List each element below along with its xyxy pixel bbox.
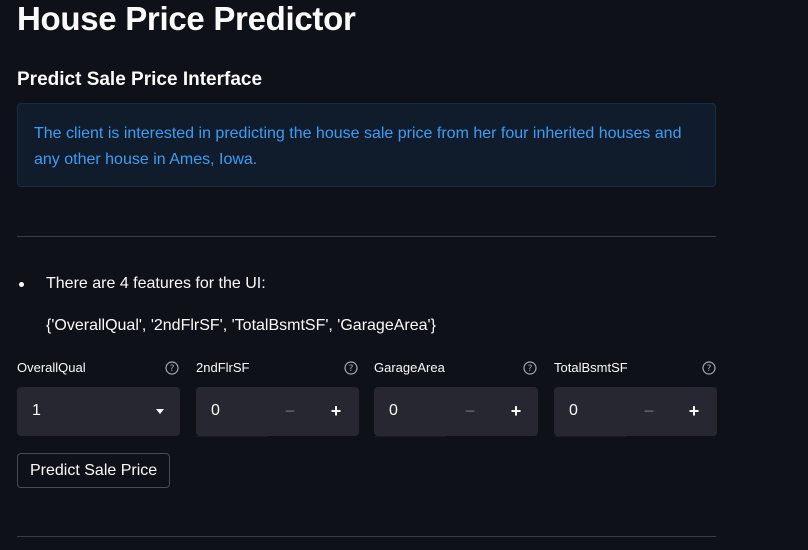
totalbsmtsf-value: 0 [569, 402, 578, 419]
feature-set-text: {'OverallQual', '2ndFlrSF', 'TotalBsmtSF… [46, 317, 436, 334]
help-circle-icon[interactable]: ? [344, 361, 358, 375]
chevron-down-icon[interactable] [156, 409, 164, 414]
overallqual-label: OverallQual [17, 360, 86, 375]
secondflrsf-value: 0 [211, 402, 220, 419]
svg-text:?: ? [528, 364, 533, 374]
bullet-dot-icon [19, 281, 24, 287]
totalbsmtsf-decrement-button[interactable]: − [627, 387, 671, 436]
totalbsmtsf-label: TotalBsmtSF [554, 360, 628, 375]
predict-sale-price-button[interactable]: Predict Sale Price [17, 453, 171, 488]
features-bullet-text: There are 4 features for the UI: [46, 275, 266, 292]
garagearea-decrement-button[interactable]: − [448, 387, 492, 436]
secondflrsf-number-input[interactable]: 0 − + [196, 387, 359, 437]
garagearea-number-input[interactable]: 0 − + [374, 387, 538, 437]
secondflrsf-decrement-button[interactable]: − [268, 387, 312, 436]
svg-text:?: ? [170, 364, 175, 374]
totalbsmtsf-input-field[interactable]: 0 [554, 387, 626, 437]
help-circle-icon[interactable]: ? [702, 361, 716, 375]
svg-text:?: ? [349, 364, 354, 374]
help-circle-icon[interactable]: ? [523, 361, 537, 375]
help-circle-icon[interactable]: ? [165, 361, 179, 375]
section-subtitle: Predict Sale Price Interface [17, 69, 263, 90]
garagearea-input-field[interactable]: 0 [374, 387, 446, 437]
overallqual-select[interactable]: 1 [17, 387, 180, 436]
totalbsmtsf-increment-button[interactable]: + [672, 387, 716, 436]
app-page: House Price Predictor Predict Sale Price… [0, 0, 808, 550]
svg-text:?: ? [707, 364, 712, 374]
garagearea-value: 0 [389, 402, 398, 419]
garagearea-increment-button[interactable]: + [494, 387, 538, 436]
secondflrsf-input-field[interactable]: 0 [196, 387, 268, 437]
overallqual-selected-value: 1 [32, 402, 41, 419]
page-title: House Price Predictor [17, 0, 356, 37]
divider-bottom [17, 536, 716, 537]
totalbsmtsf-number-input[interactable]: 0 − + [554, 387, 717, 437]
divider-top [17, 236, 716, 237]
features-bullet: There are 4 features for the UI: [17, 275, 266, 293]
secondflrsf-label: 2ndFlrSF [196, 360, 250, 375]
info-alert: The client is interested in predicting t… [17, 103, 716, 187]
secondflrsf-increment-button[interactable]: + [314, 387, 358, 436]
info-alert-text: The client is interested in predicting t… [34, 125, 682, 168]
garagearea-label: GarageArea [374, 360, 445, 375]
